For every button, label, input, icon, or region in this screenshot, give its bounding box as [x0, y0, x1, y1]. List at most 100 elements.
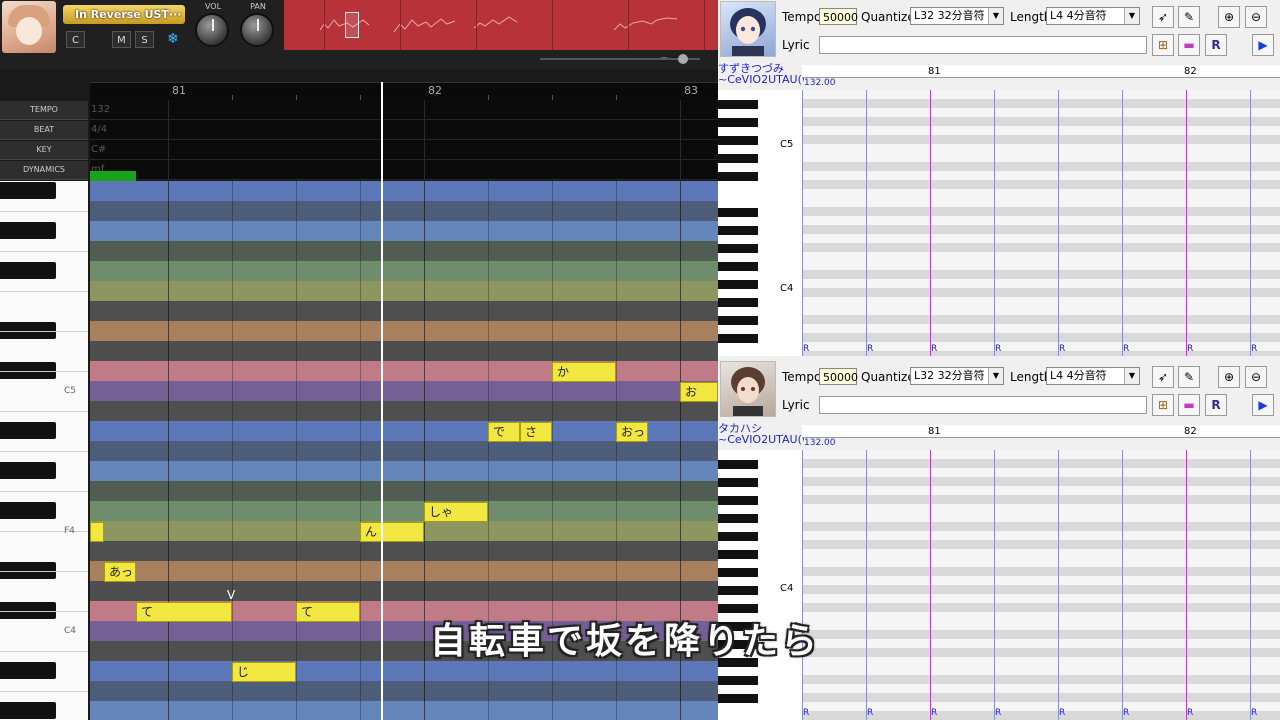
piano-black-key[interactable] — [0, 702, 56, 719]
piano-black-key[interactable] — [0, 182, 56, 199]
piano-black-key[interactable] — [718, 100, 758, 109]
pitch-row[interactable] — [802, 711, 1280, 720]
piano-black-key[interactable] — [718, 298, 758, 307]
pitch-row[interactable] — [90, 361, 718, 381]
pitch-row[interactable] — [802, 351, 1280, 356]
pitch-row[interactable] — [90, 241, 718, 261]
note-grid-2[interactable]: RRRRRRRR — [802, 450, 1280, 720]
quantize-select[interactable]: L32 32分音符 ▼ — [910, 7, 1004, 25]
zoom-out-icon[interactable]: ⊖ — [1245, 6, 1267, 28]
piano-black-key[interactable] — [718, 244, 758, 253]
rest-marker[interactable]: R — [867, 344, 873, 354]
piano-black-key[interactable] — [718, 460, 758, 469]
piano-black-key[interactable] — [718, 550, 758, 559]
pitch-row[interactable] — [90, 481, 718, 501]
tempo-field[interactable]: 50000 — [819, 8, 858, 25]
rest-marker[interactable]: R — [931, 708, 937, 718]
pitch-row[interactable] — [90, 541, 718, 561]
note-block[interactable]: あっ — [104, 562, 136, 582]
rest-marker[interactable]: R — [1251, 344, 1257, 354]
piano-black-key[interactable] — [718, 514, 758, 523]
note-block[interactable]: お — [680, 382, 718, 402]
note-block[interactable] — [90, 522, 104, 542]
vol-knob[interactable] — [195, 13, 229, 47]
pitch-row[interactable] — [90, 441, 718, 461]
piano-black-key[interactable] — [718, 136, 758, 145]
piano-black-key[interactable] — [718, 586, 758, 595]
dynamics-bar[interactable] — [90, 171, 136, 181]
mute-button[interactable]: M — [112, 31, 131, 48]
pointer-tool-icon[interactable]: ➶ — [1152, 366, 1174, 388]
singer-avatar-2[interactable] — [720, 361, 776, 417]
piano-black-key[interactable] — [718, 532, 758, 541]
beat-value[interactable]: 4/4 — [90, 120, 718, 140]
pitch-row[interactable] — [90, 561, 718, 581]
note-block[interactable]: て — [136, 602, 232, 622]
pencil-tool-icon[interactable]: ✎ — [1178, 6, 1200, 28]
track-name-1[interactable]: すずきつづみ ~CeVIO2UTAU(v — [718, 63, 804, 87]
piano-black-key[interactable] — [718, 262, 758, 271]
chevron-down-icon[interactable]: ▼ — [988, 368, 1003, 384]
piano-black-key[interactable] — [718, 694, 758, 703]
ruler-2[interactable] — [802, 425, 1280, 438]
piano-black-key[interactable] — [0, 262, 56, 279]
note-grid-1[interactable]: RRRRRRRR — [802, 90, 1280, 356]
pan-knob[interactable] — [240, 13, 274, 47]
chevron-down-icon[interactable]: ▼ — [1124, 368, 1139, 384]
c-button[interactable]: C — [66, 31, 85, 48]
chevron-down-icon[interactable]: ▼ — [988, 8, 1003, 24]
piano-black-key[interactable] — [718, 154, 758, 163]
quantize-select[interactable]: L32 32分音符 ▼ — [910, 367, 1004, 385]
zoom-out-icon[interactable]: ⊖ — [1245, 366, 1267, 388]
pitch-row[interactable] — [90, 401, 718, 421]
pitch-row[interactable] — [90, 381, 718, 401]
note-block[interactable]: おっ — [616, 422, 648, 442]
piano-black-key[interactable] — [0, 422, 56, 439]
piano-black-key[interactable] — [0, 222, 56, 239]
key-value[interactable]: C# — [90, 140, 718, 160]
singer-avatar[interactable] — [2, 1, 56, 53]
overview-cursor[interactable] — [345, 12, 359, 38]
note-block[interactable]: か — [552, 362, 616, 382]
pitch-row[interactable] — [90, 281, 718, 301]
solo-button[interactable]: S — [135, 31, 154, 48]
note-block[interactable]: で — [488, 422, 520, 442]
pitch-row[interactable] — [90, 461, 718, 481]
play-icon[interactable]: ▶ — [1252, 394, 1274, 416]
piano-keyboard[interactable] — [0, 181, 88, 720]
chevron-down-icon[interactable]: ▼ — [1124, 8, 1139, 24]
rest-marker[interactable]: R — [1187, 344, 1193, 354]
zoom-in-icon[interactable]: ⊕ — [1218, 6, 1240, 28]
piano-black-key[interactable] — [0, 502, 56, 519]
playhead[interactable] — [381, 82, 383, 720]
lyric-input[interactable] — [819, 396, 1147, 414]
pitch-row[interactable] — [90, 581, 718, 601]
rest-marker[interactable]: R — [1123, 344, 1129, 354]
pitch-row[interactable] — [90, 681, 718, 701]
rest-marker[interactable]: R — [931, 344, 937, 354]
track-name-2[interactable]: タカハシ ~CeVIO2UTAU(v — [718, 423, 804, 447]
piano-black-key[interactable] — [718, 208, 758, 217]
zoom-slider[interactable] — [540, 58, 700, 60]
insert-rest-icon[interactable]: R — [1205, 394, 1227, 416]
pitch-row[interactable] — [90, 181, 718, 201]
length-select[interactable]: L4 4分音符 ▼ — [1046, 367, 1140, 385]
piano-black-key[interactable] — [718, 316, 758, 325]
pointer-tool-icon[interactable]: ➶ — [1152, 6, 1174, 28]
insert-pink-note-icon[interactable]: ▬ — [1178, 34, 1200, 56]
piano-black-key[interactable] — [718, 496, 758, 505]
pitch-row[interactable] — [90, 341, 718, 361]
ruler-1[interactable] — [802, 65, 1280, 78]
piano-black-key[interactable] — [0, 662, 56, 679]
pitch-row[interactable] — [90, 701, 718, 720]
dynamics-value[interactable]: mf — [90, 160, 718, 180]
piano-black-key[interactable] — [718, 568, 758, 577]
rest-marker[interactable]: R — [803, 708, 809, 718]
insert-note-icon[interactable]: ⊞ — [1152, 394, 1174, 416]
pitch-row[interactable] — [90, 221, 718, 241]
pitch-row[interactable] — [90, 321, 718, 341]
rest-marker[interactable]: R — [803, 344, 809, 354]
note-block[interactable]: さ — [520, 422, 552, 442]
pitch-row[interactable] — [90, 301, 718, 321]
rest-marker[interactable]: R — [1059, 344, 1065, 354]
